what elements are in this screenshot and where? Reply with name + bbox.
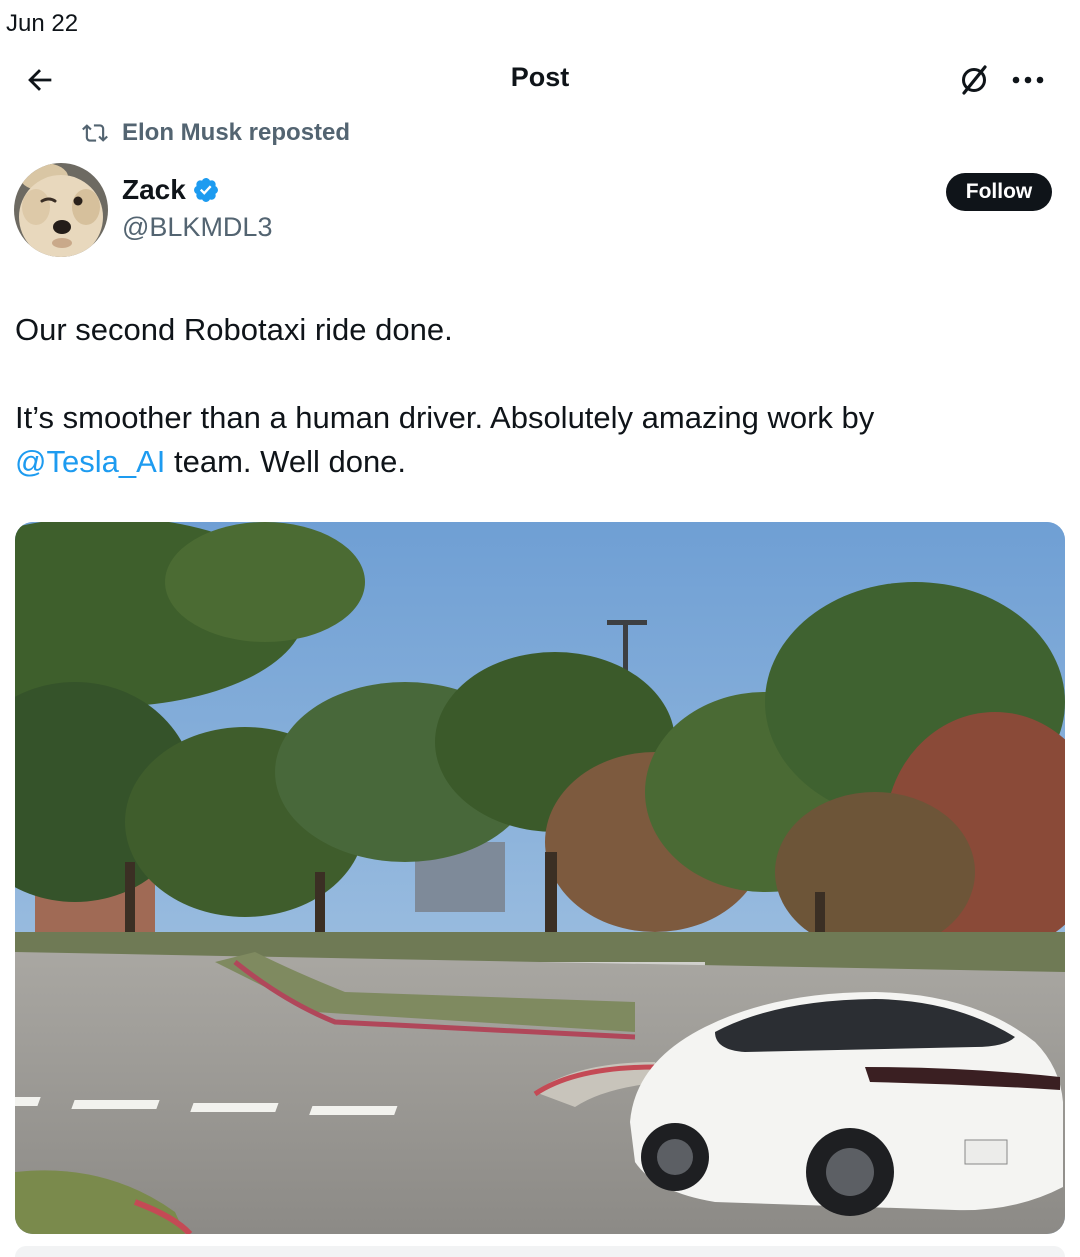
more-options-button[interactable] bbox=[1006, 58, 1050, 102]
status-date: Jun 22 bbox=[6, 10, 79, 37]
verified-badge-icon bbox=[193, 178, 218, 202]
grok-icon bbox=[962, 65, 987, 95]
more-icon bbox=[1012, 76, 1044, 84]
mention-link[interactable]: @Tesla_AI bbox=[15, 444, 165, 479]
bottom-bar bbox=[15, 1246, 1065, 1257]
tweet-text: Our second Robotaxi ride done. It’s smoo… bbox=[15, 308, 1055, 484]
page-title: Post bbox=[510, 62, 570, 92]
grok-button[interactable] bbox=[952, 58, 996, 102]
tweet-line-2: It’s smoother than a human driver. Absol… bbox=[15, 396, 1055, 484]
follow-button[interactable]: Follow bbox=[946, 173, 1052, 211]
author-handle[interactable]: @BLKMDL3 bbox=[122, 212, 272, 243]
tweet-line-2-end: team. Well done. bbox=[165, 444, 407, 479]
tweet-line-1: Our second Robotaxi ride done. bbox=[15, 312, 453, 347]
repost-label: Elon Musk reposted bbox=[122, 119, 351, 146]
media-image bbox=[15, 522, 1065, 1234]
repost-indicator[interactable]: Elon Musk reposted bbox=[80, 116, 350, 150]
author-name-row[interactable]: Zack bbox=[122, 174, 220, 206]
avatar[interactable] bbox=[14, 163, 108, 257]
tweet-line-2-text: It’s smoother than a human driver. Absol… bbox=[15, 400, 875, 435]
back-button[interactable] bbox=[18, 58, 62, 102]
repost-icon bbox=[82, 124, 108, 142]
author-name: Zack bbox=[122, 174, 186, 205]
tweet-media[interactable] bbox=[15, 522, 1065, 1234]
back-arrow-icon bbox=[28, 69, 52, 91]
post-header: Post bbox=[0, 50, 1080, 110]
